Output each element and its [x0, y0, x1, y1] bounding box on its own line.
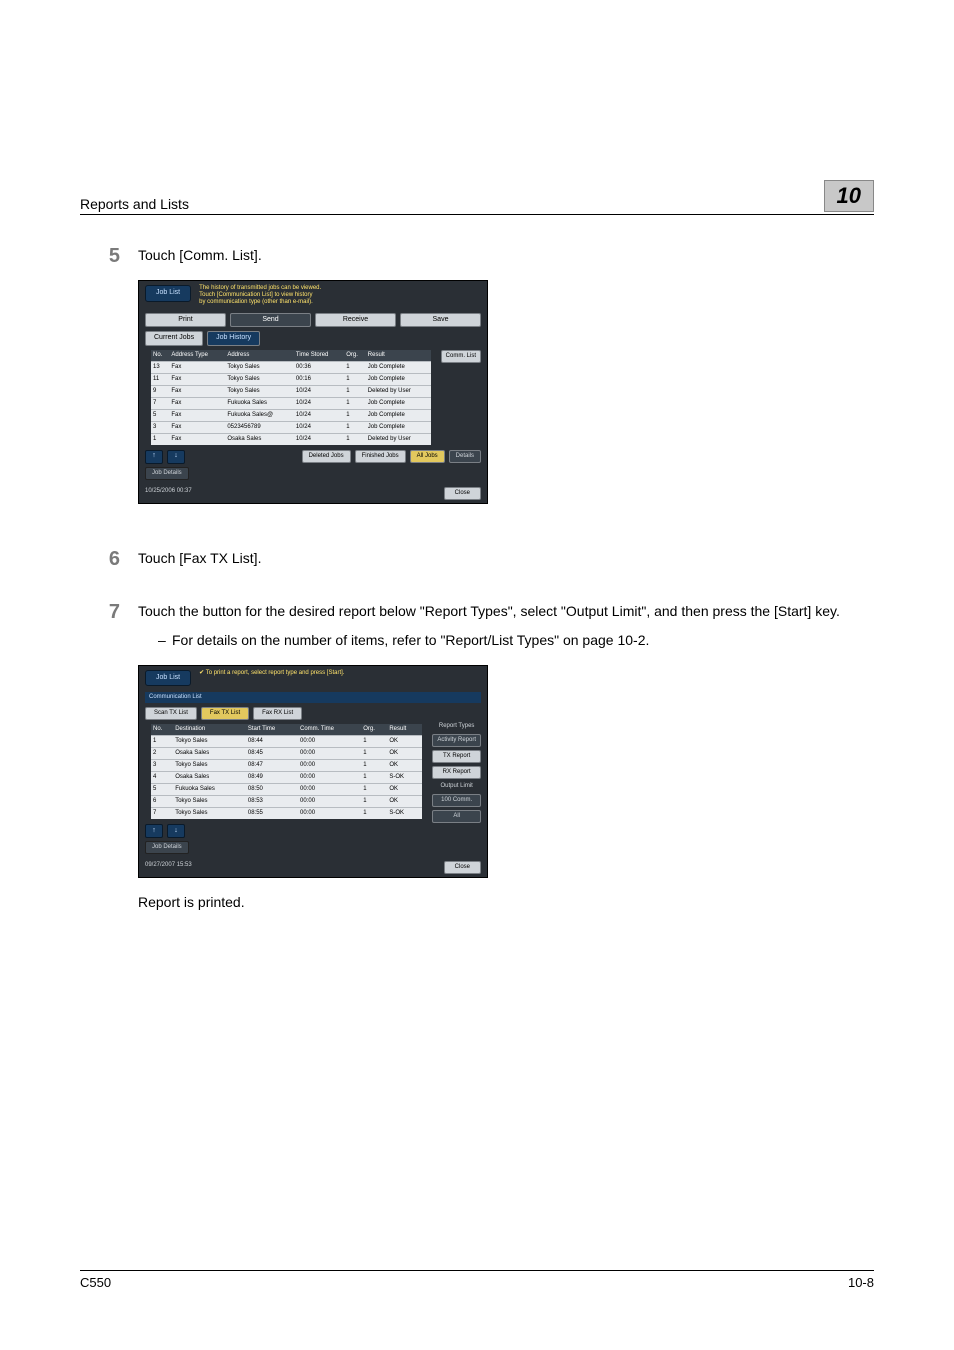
job-table: No. Address Type Address Time Stored Org…: [151, 350, 431, 445]
tab-save[interactable]: Save: [400, 313, 481, 328]
job-list-button-2[interactable]: Job List: [145, 670, 191, 687]
finished-jobs-button[interactable]: Finished Jobs: [355, 450, 406, 463]
100-comm-button[interactable]: 100 Comm.: [432, 794, 481, 807]
table-row: 13FaxTokyo Sales00:361Job Complete: [151, 361, 431, 373]
section-title: Reports and Lists: [80, 196, 189, 212]
step7-text: Touch the button for the desired report …: [138, 601, 874, 622]
job-details-button[interactable]: Job Details: [145, 467, 189, 480]
step7-sub: For details on the number of items, refe…: [172, 632, 649, 648]
down-arrow[interactable]: ↓: [167, 450, 185, 464]
table-row: 3Tokyo Sales08:4700:001OK: [151, 760, 422, 772]
screenshot-1: Job List The history of transmitted jobs…: [138, 280, 488, 504]
scr1-datetime: 10/25/2006 00:37: [145, 487, 192, 500]
table-row: 7FaxFukuoka Sales10/241Job Complete: [151, 397, 431, 409]
fax-rx-list-tab[interactable]: Fax RX List: [253, 707, 302, 720]
step6-text: Touch [Fax TX List].: [138, 548, 874, 571]
scan-tx-list-tab[interactable]: Scan TX List: [145, 707, 197, 720]
table-row: 5Fukuoka Sales08:5000:001OK: [151, 784, 422, 796]
scr2-datetime: 09/27/2007 15:53: [145, 861, 192, 874]
table-row: 5FaxFukuoka Sales@10/241Job Complete: [151, 409, 431, 421]
step5-text: Touch [Comm. List].: [138, 245, 874, 266]
step5-number: 5: [80, 245, 138, 518]
table-row: 9FaxTokyo Sales10/241Deleted by User: [151, 385, 431, 397]
tab-print[interactable]: Print: [145, 313, 226, 328]
table-row: 1FaxOsaka Sales10/241Deleted by User: [151, 433, 431, 445]
job-details-button-2[interactable]: Job Details: [145, 841, 189, 854]
scr2-msg: To print a report, select report type an…: [206, 670, 345, 676]
footer-page: 10-8: [848, 1275, 874, 1290]
table-row: 2Osaka Sales08:4500:001OK: [151, 748, 422, 760]
table-row: 4Osaka Sales08:4900:001S-OK: [151, 772, 422, 784]
result-note: Report is printed.: [138, 892, 874, 913]
chapter-badge: 10: [824, 180, 874, 212]
close-button-2[interactable]: Close: [444, 861, 481, 874]
subtab-current[interactable]: Current Jobs: [145, 331, 203, 346]
up-arrow[interactable]: ↑: [145, 450, 163, 464]
output-limit-label: Output Limit: [432, 782, 481, 791]
table-row: 6Tokyo Sales08:5300:001OK: [151, 796, 422, 808]
activity-report-button[interactable]: Activity Report: [432, 734, 481, 747]
subtab-history[interactable]: Job History: [207, 331, 260, 346]
scr1-msg2: Touch [Communication List] to view histo…: [199, 292, 321, 299]
scr1-msg3: by communication type (other than e-mail…: [199, 299, 321, 306]
step6-number: 6: [80, 548, 138, 571]
all-jobs-button[interactable]: All Jobs: [410, 450, 445, 463]
deleted-jobs-button[interactable]: Deleted Jobs: [302, 450, 351, 463]
step7-number: 7: [80, 601, 138, 914]
down-arrow-2[interactable]: ↓: [167, 824, 185, 838]
all-button[interactable]: All: [432, 810, 481, 823]
details-button[interactable]: Details: [449, 450, 481, 463]
report-types-label: Report Types: [432, 722, 481, 731]
scr1-msg1: The history of transmitted jobs can be v…: [199, 285, 321, 292]
tab-send[interactable]: Send: [230, 313, 311, 328]
footer-model: C550: [80, 1275, 111, 1290]
screenshot-2: Job List ✔ To print a report, select rep…: [138, 665, 488, 879]
dash-icon: –: [158, 630, 172, 651]
report-table: No. Destination Start Time Comm. Time Or…: [151, 724, 422, 819]
table-row: 1Tokyo Sales08:4400:001OK: [151, 736, 422, 748]
tab-receive[interactable]: Receive: [315, 313, 396, 328]
table-row: 3Fax052345678910/241Job Complete: [151, 421, 431, 433]
job-list-button[interactable]: Job List: [145, 285, 191, 302]
comm-list-button[interactable]: Comm. List: [441, 350, 481, 363]
tx-report-button[interactable]: TX Report: [432, 750, 481, 763]
fax-tx-list-tab[interactable]: Fax TX List: [201, 707, 249, 720]
comm-list-section: Communication List: [145, 692, 481, 703]
rx-report-button[interactable]: RX Report: [432, 766, 481, 779]
table-row: 7Tokyo Sales08:5500:001S-OK: [151, 808, 422, 820]
table-row: 11FaxTokyo Sales00:161Job Complete: [151, 373, 431, 385]
up-arrow-2[interactable]: ↑: [145, 824, 163, 838]
close-button[interactable]: Close: [444, 487, 481, 500]
